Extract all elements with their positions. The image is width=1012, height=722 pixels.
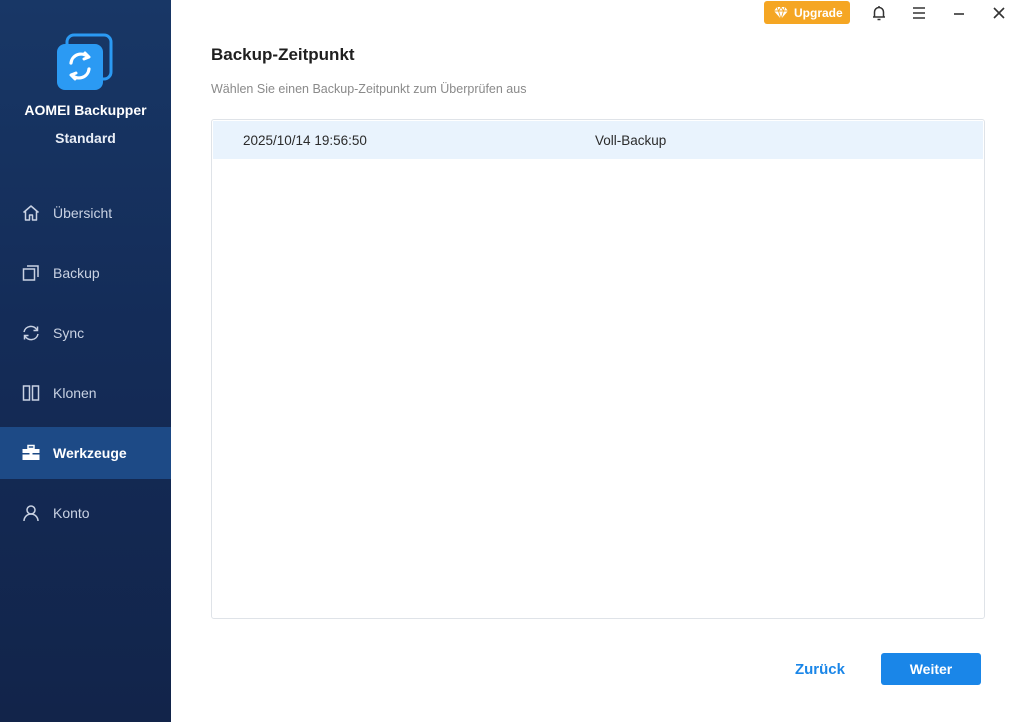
sidebar-item-label: Konto bbox=[53, 505, 90, 521]
user-icon bbox=[21, 503, 41, 523]
next-button[interactable]: Weiter bbox=[881, 653, 981, 685]
sidebar: AOMEI Backupper Standard Übersicht Backu… bbox=[0, 0, 171, 722]
sidebar-item-sync[interactable]: Sync bbox=[0, 307, 171, 359]
upgrade-button[interactable]: Upgrade bbox=[764, 1, 850, 24]
sidebar-item-backup[interactable]: Backup bbox=[0, 247, 171, 299]
sidebar-item-label: Übersicht bbox=[53, 205, 113, 221]
clone-icon bbox=[21, 383, 41, 403]
sync-icon bbox=[21, 323, 41, 343]
backup-time: 2025/10/14 19:56:50 bbox=[243, 132, 367, 148]
sidebar-item-overview[interactable]: Übersicht bbox=[0, 187, 171, 239]
sidebar-item-label: Sync bbox=[53, 325, 85, 341]
close-icon[interactable] bbox=[989, 3, 1009, 23]
sidebar-item-label: Werkzeuge bbox=[53, 445, 127, 461]
menu-icon[interactable] bbox=[909, 3, 929, 23]
app-edition: Standard bbox=[55, 130, 116, 146]
sidebar-item-label: Klonen bbox=[53, 385, 97, 401]
bell-icon[interactable] bbox=[869, 3, 889, 23]
sidebar-item-clone[interactable]: Klonen bbox=[0, 367, 171, 419]
page-subtitle: Wählen Sie einen Backup-Zeitpunkt zum Üb… bbox=[211, 82, 527, 96]
sidebar-item-tools[interactable]: Werkzeuge bbox=[0, 427, 171, 479]
upgrade-label: Upgrade bbox=[794, 5, 843, 20]
toolbox-icon bbox=[21, 443, 41, 463]
minimize-icon[interactable] bbox=[949, 3, 969, 23]
list-item[interactable]: 2025/10/14 19:56:50 Voll-Backup bbox=[213, 121, 983, 159]
back-button[interactable]: Zurück bbox=[780, 653, 860, 685]
backup-point-list: 2025/10/14 19:56:50 Voll-Backup bbox=[211, 119, 985, 619]
sidebar-item-label: Backup bbox=[53, 265, 100, 281]
page-title: Backup-Zeitpunkt bbox=[211, 45, 355, 64]
backup-type: Voll-Backup bbox=[595, 132, 667, 148]
app-name: AOMEI Backupper bbox=[24, 102, 147, 118]
aomei-logo-icon bbox=[57, 33, 113, 90]
sidebar-item-account[interactable]: Konto bbox=[0, 487, 171, 539]
home-icon bbox=[21, 203, 41, 223]
diamond-icon bbox=[774, 5, 788, 20]
app-window: AOMEI Backupper Standard Übersicht Backu… bbox=[0, 0, 1012, 722]
backup-icon bbox=[21, 263, 41, 283]
